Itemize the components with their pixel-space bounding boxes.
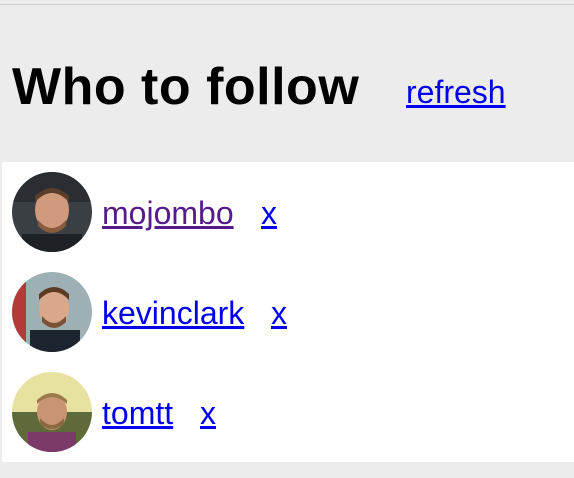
dismiss-link[interactable]: x bbox=[261, 193, 277, 233]
suggestion-item: tomtt x bbox=[2, 362, 574, 462]
avatar[interactable] bbox=[12, 372, 92, 452]
avatar[interactable] bbox=[12, 172, 92, 252]
dismiss-link[interactable]: x bbox=[200, 393, 216, 433]
suggestion-item: kevinclark x bbox=[2, 262, 574, 362]
suggestions-header: Who to follow refresh bbox=[0, 5, 574, 161]
refresh-link[interactable]: refresh bbox=[406, 72, 506, 112]
username-link[interactable]: tomtt bbox=[102, 393, 173, 433]
page-title: Who to follow bbox=[12, 58, 360, 116]
username-link[interactable]: mojombo bbox=[102, 193, 234, 233]
avatar[interactable] bbox=[12, 272, 92, 352]
dismiss-link[interactable]: x bbox=[271, 293, 287, 333]
suggestion-item: mojombo x bbox=[2, 162, 574, 262]
bottom-bar bbox=[0, 462, 574, 478]
suggestions-list: mojombo x kevinclark x tomtt x bbox=[2, 162, 574, 462]
username-link[interactable]: kevinclark bbox=[102, 293, 244, 333]
